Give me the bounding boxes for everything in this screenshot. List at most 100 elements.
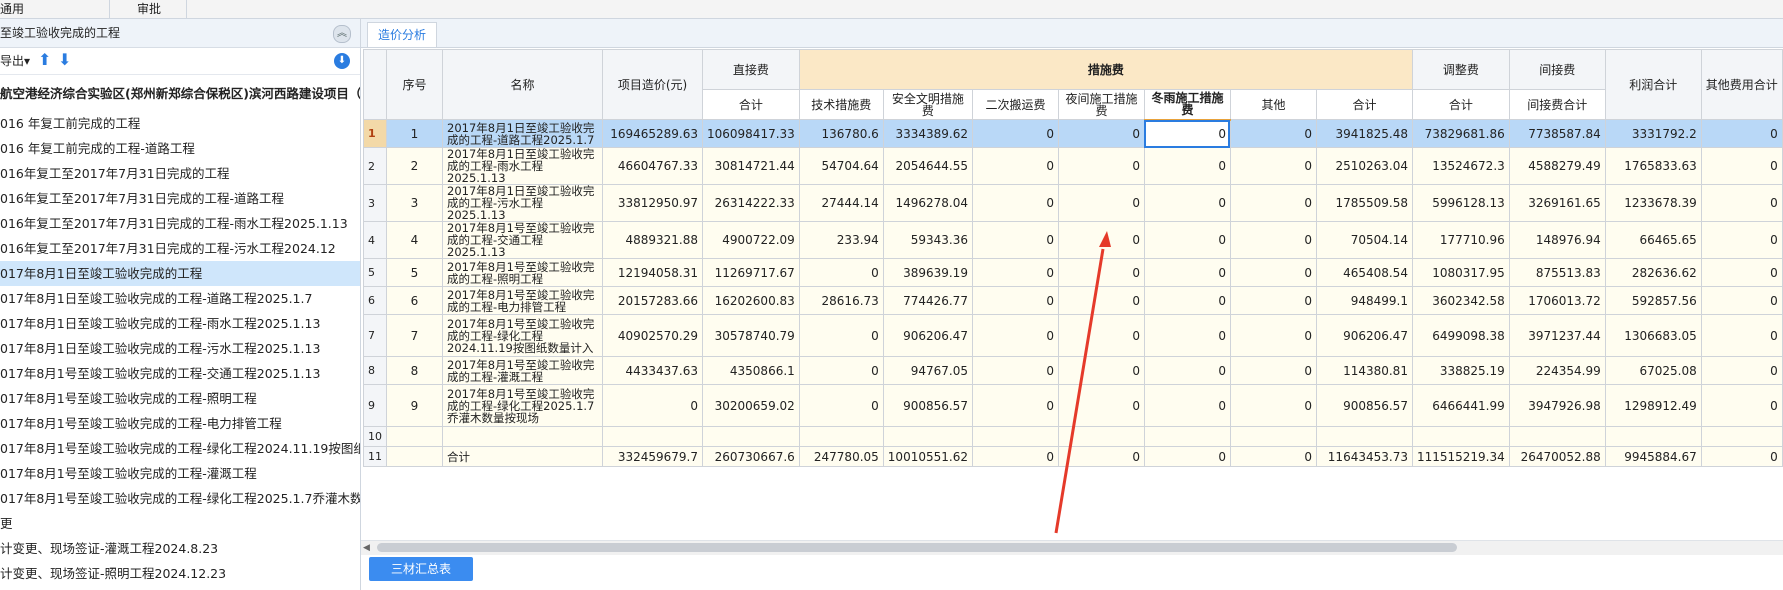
- tab-cost-analysis[interactable]: 造价分析: [367, 22, 438, 47]
- cell-direct[interactable]: 4900722.09: [702, 221, 800, 259]
- cell-name[interactable]: 2017年8月1号至竣工验收完成的工程-照明工程: [442, 258, 603, 287]
- cell-profit[interactable]: 1765833.63: [1604, 147, 1702, 185]
- cell-other[interactable]: 0: [1229, 314, 1317, 357]
- cell-second[interactable]: 0: [971, 446, 1059, 467]
- cell-adjust[interactable]: 3602342.58: [1411, 286, 1510, 315]
- cell-adjust[interactable]: 6466441.99: [1411, 384, 1510, 427]
- cell-night[interactable]: 0: [1057, 446, 1145, 467]
- cell-mtotal[interactable]: 3941825.48: [1315, 119, 1413, 148]
- cell-cost[interactable]: 20157283.66: [602, 286, 703, 315]
- cell-profit[interactable]: 67025.08: [1604, 356, 1702, 385]
- cell-winter[interactable]: 0: [1143, 221, 1231, 259]
- cell-night[interactable]: 0: [1057, 314, 1145, 357]
- header-adjust-sum[interactable]: 合计: [1411, 89, 1510, 120]
- cell-profit[interactable]: [1604, 426, 1702, 447]
- row-number[interactable]: 10: [363, 426, 387, 447]
- cell-second[interactable]: 0: [971, 221, 1059, 259]
- cell-name[interactable]: 2017年8月1号至竣工验收完成的工程-绿化工程2025.1.7乔灌木数量按现场: [442, 384, 603, 427]
- cell-night[interactable]: 0: [1057, 356, 1145, 385]
- cell-name[interactable]: 2017年8月1日至竣工验收完成的工程-道路工程2025.1.7: [442, 119, 603, 148]
- cell-indirect[interactable]: 148976.94: [1508, 221, 1606, 259]
- tree-item[interactable]: 017年8月1号至竣工验收完成的工程-交通工程2025.1.13: [0, 361, 360, 386]
- cell-indirect[interactable]: 3947926.98: [1508, 384, 1606, 427]
- cell-ototal[interactable]: 0: [1700, 258, 1783, 287]
- table-row[interactable]: 2 2 2017年8月1日至竣工验收完成的工程-雨水工程2025.1.13 46604…: [363, 147, 1783, 185]
- cell-night[interactable]: 0: [1057, 221, 1145, 259]
- cell-ototal[interactable]: 0: [1700, 184, 1783, 222]
- header-winter[interactable]: 冬雨施工措施费: [1143, 89, 1231, 121]
- horizontal-scrollbar[interactable]: ◀: [361, 540, 1783, 555]
- tree-item[interactable]: 017年8月1日至竣工验收完成的工程: [0, 261, 360, 286]
- header-name[interactable]: 名称: [442, 49, 603, 120]
- cell-seq[interactable]: 3: [386, 184, 443, 222]
- cell-indirect[interactable]: 3269161.65: [1508, 184, 1606, 222]
- header-indirect[interactable]: 间接费: [1508, 49, 1606, 90]
- cell-adjust[interactable]: 5996128.13: [1411, 184, 1510, 222]
- cell-cost[interactable]: 33812950.97: [602, 184, 703, 222]
- cell-direct[interactable]: 30578740.79: [702, 314, 800, 357]
- cell-safe[interactable]: 10010551.62: [882, 446, 973, 467]
- cell-second[interactable]: 0: [971, 119, 1059, 148]
- cell-direct[interactable]: 30200659.02: [702, 384, 800, 427]
- cell-mtotal[interactable]: 948499.1: [1315, 286, 1413, 315]
- scrollbar-thumb[interactable]: [377, 543, 1457, 552]
- cell-name[interactable]: 2017年8月1号至竣工验收完成的工程-绿化工程2024.11.19按图纸数量计…: [442, 314, 603, 357]
- cell-profit[interactable]: 1306683.05: [1604, 314, 1702, 357]
- cell-adjust[interactable]: 6499098.38: [1411, 314, 1510, 357]
- cell-night[interactable]: 0: [1057, 384, 1145, 427]
- cell-cost[interactable]: 4433437.63: [602, 356, 703, 385]
- header-night[interactable]: 夜间施工措施费: [1057, 89, 1145, 120]
- cell-indirect[interactable]: 7738587.84: [1508, 119, 1606, 148]
- cell-mtotal[interactable]: 114380.81: [1315, 356, 1413, 385]
- collapse-up-icon[interactable]: ︽: [333, 25, 351, 43]
- cell-night[interactable]: 0: [1057, 147, 1145, 185]
- cell-safe[interactable]: 906206.47: [882, 314, 973, 357]
- header-other-total[interactable]: 其他费用合计: [1700, 49, 1783, 120]
- cell-winter[interactable]: 0: [1143, 356, 1231, 385]
- cell-tech[interactable]: 233.94: [798, 221, 884, 259]
- cell-second[interactable]: 0: [971, 356, 1059, 385]
- cell-seq[interactable]: 9: [386, 384, 443, 427]
- cell-safe[interactable]: 2054644.55: [882, 147, 973, 185]
- cell-other[interactable]: 0: [1229, 446, 1317, 467]
- tree-item[interactable]: 017年8月1日至竣工验收完成的工程-道路工程2025.1.7: [0, 286, 360, 311]
- cell-safe[interactable]: 389639.19: [882, 258, 973, 287]
- row-number[interactable]: 6: [363, 286, 387, 315]
- tree-item[interactable]: 017年8月1号至竣工验收完成的工程-电力排管工程: [0, 411, 360, 436]
- table-row[interactable]: 8 8 2017年8月1号至竣工验收完成的工程-灌溉工程 4433437.63 4350…: [363, 356, 1783, 385]
- cell-winter[interactable]: 0: [1143, 384, 1231, 427]
- cell-safe[interactable]: 1496278.04: [882, 184, 973, 222]
- header-profit[interactable]: 利润合计: [1604, 49, 1702, 120]
- header-indirect-sum[interactable]: 间接费合计: [1508, 89, 1606, 120]
- row-number[interactable]: 8: [363, 356, 387, 385]
- cell-second[interactable]: 0: [971, 184, 1059, 222]
- cell-name[interactable]: 2017年8月1日至竣工验收完成的工程-雨水工程2025.1.13: [442, 147, 603, 185]
- header-measures[interactable]: 措施费: [798, 49, 1413, 90]
- cell-second[interactable]: 0: [971, 314, 1059, 357]
- cell-cost[interactable]: 12194058.31: [602, 258, 703, 287]
- tree-item[interactable]: 017年8月1号至竣工验收完成的工程-绿化工程2025.1.7乔灌木数...: [0, 486, 360, 511]
- cell-ototal[interactable]: [1700, 426, 1783, 447]
- cell-other[interactable]: 0: [1229, 384, 1317, 427]
- cell-direct[interactable]: 260730667.6: [702, 446, 800, 467]
- cell-indirect[interactable]: [1508, 426, 1606, 447]
- cell-tech[interactable]: 136780.6: [798, 119, 884, 148]
- header-other[interactable]: 其他: [1229, 89, 1317, 120]
- header-tech[interactable]: 技术措施费: [798, 89, 884, 120]
- header-direct[interactable]: 直接费: [702, 49, 800, 90]
- tree-item[interactable]: 016 年复工前完成的工程: [0, 111, 360, 136]
- cell-direct[interactable]: 106098417.33: [702, 119, 800, 148]
- cell-ototal[interactable]: 0: [1700, 221, 1783, 259]
- cell-seq[interactable]: 5: [386, 258, 443, 287]
- cell-mtotal[interactable]: 1785509.58: [1315, 184, 1413, 222]
- cell-profit[interactable]: 592857.56: [1604, 286, 1702, 315]
- cell-direct[interactable]: 11269717.67: [702, 258, 800, 287]
- cell-cost[interactable]: [602, 426, 703, 447]
- header-second-move[interactable]: 二次搬运费: [971, 89, 1059, 120]
- menu-general[interactable]: 通用: [0, 0, 24, 18]
- cell-profit[interactable]: 3331792.2: [1604, 119, 1702, 148]
- cell-direct[interactable]: 16202600.83: [702, 286, 800, 315]
- tree-item[interactable]: 016年复工至2017年7月31日完成的工程-道路工程: [0, 186, 360, 211]
- cell-mtotal[interactable]: 906206.47: [1315, 314, 1413, 357]
- cell-ototal[interactable]: 0: [1700, 356, 1783, 385]
